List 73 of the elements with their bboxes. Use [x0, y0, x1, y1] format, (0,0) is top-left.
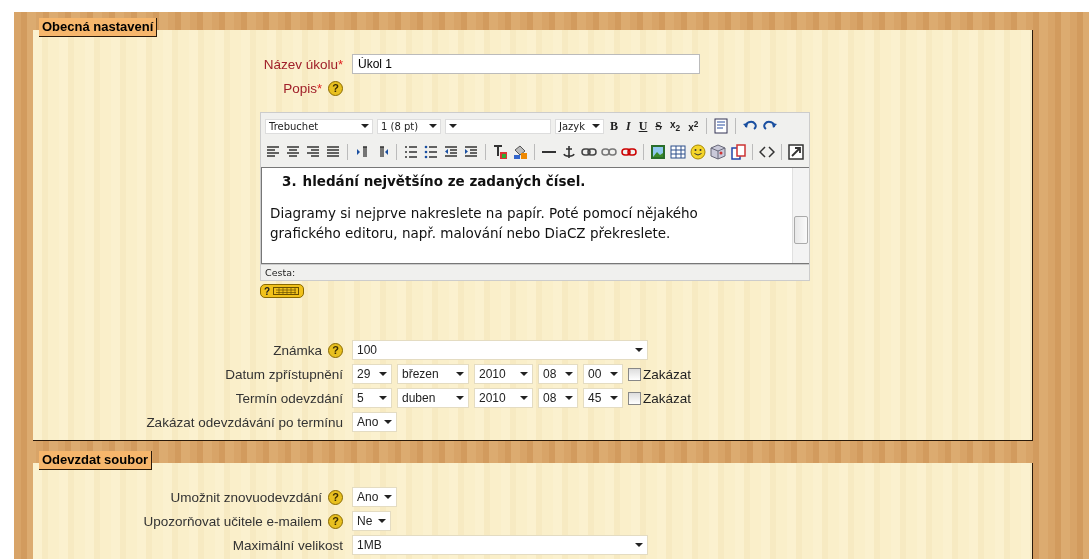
toolbar-dropdown[interactable]: 1 (8 pt) — [377, 118, 441, 134]
numbered-list-icon[interactable] — [403, 144, 419, 160]
select-field[interactable]: 2010 — [474, 388, 533, 408]
field-label: Datum zpřístupnění — [225, 366, 343, 382]
outdent-icon[interactable] — [443, 144, 459, 160]
select-field[interactable]: 5 — [352, 388, 392, 408]
path-label: Cesta: — [265, 267, 296, 278]
smiley-icon[interactable] — [690, 144, 706, 160]
select-field[interactable]: 100 — [352, 340, 648, 360]
bullet-list-icon[interactable] — [423, 144, 439, 160]
list-number: 3. — [282, 172, 297, 191]
select-field[interactable]: Ne — [352, 511, 392, 531]
field-label: Termín odevzdání — [235, 390, 343, 406]
checkbox-label: Zakázat — [643, 390, 692, 406]
ltr-icon[interactable] — [354, 144, 370, 160]
toolbar-dropdown[interactable]: Trebuchet — [265, 118, 373, 134]
cube-icon[interactable] — [710, 144, 726, 160]
checkbox[interactable] — [628, 367, 641, 381]
select-field[interactable]: 45 — [583, 388, 623, 408]
required-mark: * — [337, 56, 343, 72]
checkbox[interactable] — [628, 391, 641, 405]
paste-icon[interactable] — [730, 144, 746, 160]
section-legend: Obecná nastavení — [39, 18, 158, 37]
format-button[interactable]: S — [653, 118, 665, 134]
align-center-icon[interactable] — [285, 144, 301, 160]
format-button[interactable]: x$_{2}$ — [668, 119, 683, 133]
anchor-icon[interactable] — [561, 144, 577, 160]
select-field[interactable]: 00 — [583, 364, 623, 384]
field-label: Maximální velikost — [232, 537, 343, 553]
image-icon[interactable] — [650, 144, 666, 160]
field-label: Upozorňovat učitele e-mailem — [143, 513, 322, 529]
help-icon[interactable]: ? — [328, 489, 343, 505]
help-icon[interactable]: ? — [328, 342, 343, 358]
align-left-icon[interactable] — [265, 144, 281, 160]
word-paste-icon[interactable] — [713, 118, 730, 134]
text-field[interactable]: Úkol 1 — [352, 54, 700, 74]
indent-icon[interactable] — [463, 144, 479, 160]
select-field[interactable]: 2010 — [474, 364, 533, 384]
field-label: Umožnit znovuodevzdání — [170, 489, 322, 505]
select-field[interactable]: 1MB — [352, 535, 648, 555]
align-right-icon[interactable] — [305, 144, 321, 160]
help-icon[interactable]: ? — [328, 513, 343, 529]
select-field[interactable]: duben — [397, 388, 469, 408]
format-button[interactable]: I — [624, 118, 633, 134]
keyboard-help-button[interactable]: ? — [260, 284, 304, 298]
scrollbar[interactable] — [792, 168, 809, 263]
toolbar-dropdown[interactable]: Jazyk — [555, 118, 604, 134]
select-field[interactable]: Ano — [352, 412, 398, 432]
field-label: Popis — [283, 80, 317, 96]
select-field[interactable]: 29 — [352, 364, 392, 384]
format-button[interactable]: U — [636, 118, 650, 134]
required-mark: * — [316, 80, 322, 96]
format-button[interactable]: B — [608, 118, 620, 134]
field-label: Známka — [273, 342, 322, 358]
list-item-text: hledání největšíno ze zadaných čísel. — [302, 172, 586, 191]
keyboard-icon — [273, 287, 300, 295]
section-legend: Odevzdat soubor — [39, 451, 153, 470]
background-color-icon[interactable] — [512, 144, 528, 160]
align-justify-icon[interactable] — [325, 144, 341, 160]
fullscreen-icon[interactable] — [788, 144, 804, 160]
checkbox-label: Zakázat — [643, 366, 692, 382]
field-label: Název úkolu — [263, 56, 338, 72]
select-field[interactable]: Ano — [352, 487, 398, 507]
select-field[interactable]: březen — [397, 364, 469, 384]
format-button[interactable]: x$^{2}$ — [686, 118, 701, 134]
select-field[interactable]: 08 — [538, 364, 578, 384]
description-paragraph: Diagramy si nejprve nakreslete na papír. Poté pomocí nějakého grafického editoru, např. malování nebo DiaCZ překreslete. — [270, 204, 699, 243]
text-color-icon[interactable] — [492, 144, 508, 160]
help-icon[interactable]: ? — [328, 80, 343, 96]
select-field[interactable]: 08 — [538, 388, 578, 408]
code-icon[interactable] — [759, 144, 775, 160]
field-label: Zakázat odevzdávání po termínu — [146, 414, 343, 430]
table-icon[interactable] — [670, 144, 686, 160]
